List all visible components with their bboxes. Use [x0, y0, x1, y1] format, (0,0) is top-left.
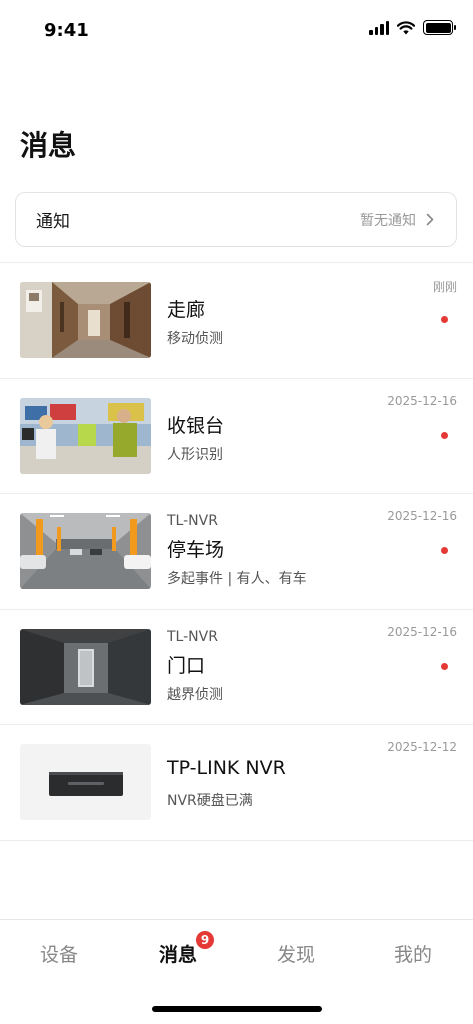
tab-me[interactable]: 我的 [373, 940, 453, 967]
message-title: 停车场 [167, 539, 225, 561]
tab-label: 发现 [276, 944, 315, 966]
message-source: TL-NVR [167, 513, 218, 529]
message-item[interactable]: 走廊 移动侦测 刚刚 [0, 263, 473, 379]
corridor-thumbnail [20, 282, 151, 358]
message-subtitle: 移动侦测 [167, 331, 223, 347]
message-time: 2025-12-12 [387, 740, 457, 754]
message-source: TL-NVR [167, 628, 218, 645]
unread-dot [441, 662, 448, 670]
unread-dot [441, 547, 448, 554]
message-item[interactable]: TL-NVR 停车场 多起事件 | 有人、有车 2025-12-16 [0, 494, 473, 610]
message-title: 门口 [167, 654, 206, 677]
tab-label: 我的 [393, 944, 432, 966]
message-subtitle: 人形识别 [167, 446, 223, 463]
home-indicator [152, 1006, 322, 1012]
tab-devices[interactable]: 设备 [19, 940, 99, 967]
message-time: 2025-12-16 [387, 393, 457, 408]
tab-discover[interactable]: 发现 [256, 940, 336, 967]
message-item[interactable]: TP-LINK NVR NVR硬盘已满 2025-12-12 [0, 725, 473, 841]
message-title: 走廊 [167, 299, 206, 321]
parking-thumbnail [20, 513, 151, 589]
tab-label: 消息 [158, 944, 197, 966]
notification-label: 通知 [36, 212, 70, 232]
message-time: 2025-12-16 [387, 509, 457, 523]
status-time: 9:41 [44, 20, 89, 41]
tab-label: 设备 [39, 944, 78, 966]
tab-messages[interactable]: 消息 9 [138, 931, 218, 967]
message-title: 收银台 [167, 414, 225, 437]
battery-icon [423, 20, 456, 35]
cellular-signal-icon [369, 20, 389, 35]
message-subtitle: NVR硬盘已满 [167, 793, 253, 809]
doorway-thumbnail [20, 628, 151, 705]
message-time: 刚刚 [432, 280, 457, 294]
unread-dot [441, 431, 448, 439]
status-bar: 9:41 [0, 0, 473, 60]
wifi-icon [397, 20, 415, 34]
unread-count-badge: 9 [196, 931, 214, 949]
status-icons [369, 20, 456, 35]
page-title: 消息 [20, 129, 77, 162]
nvr-device-thumbnail [20, 744, 151, 820]
cashier-thumbnail [20, 397, 151, 474]
notification-card[interactable]: 通知 暂无通知 [15, 192, 457, 247]
chevron-right-icon [426, 213, 436, 227]
message-title: TP-LINK NVR [167, 757, 286, 779]
message-subtitle: 多起事件 | 有人、有车 [167, 571, 307, 587]
message-time: 2025-12-16 [387, 624, 457, 639]
unread-dot [441, 316, 448, 323]
notification-status: 暂无通知 [360, 212, 416, 229]
message-list: 走廊 移动侦测 刚刚 收银台 人形识别 2025-12-16 TL-NVR 停车… [0, 263, 473, 841]
message-item[interactable]: TL-NVR 门口 越界侦测 2025-12-16 [0, 610, 473, 725]
message-item[interactable]: 收银台 人形识别 2025-12-16 [0, 379, 473, 494]
message-subtitle: 越界侦测 [167, 686, 223, 703]
